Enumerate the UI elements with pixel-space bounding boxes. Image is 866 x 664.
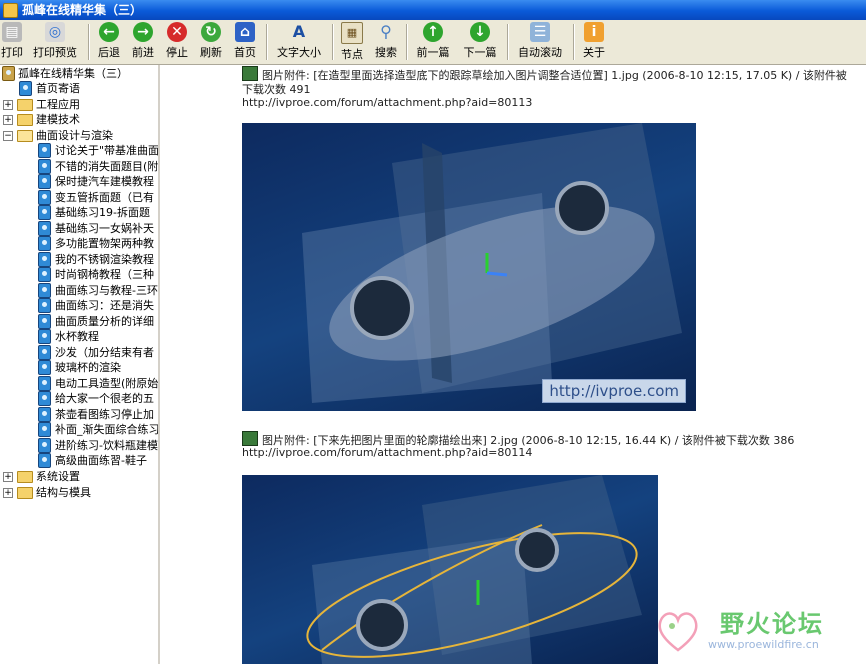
window-title: 孤峰在线精华集（三） [22,3,143,17]
attachment-link[interactable]: [在造型里面选择造型底下的跟踪草绘加入图片调整合适位置] 1.jpg [313,69,639,82]
document-icon [38,174,51,189]
document-icon [38,345,51,360]
collapse-icon[interactable]: − [3,131,13,141]
car-render-image [302,123,682,403]
document-icon [38,205,51,220]
expand-icon[interactable]: + [3,100,13,110]
document-icon [38,252,51,267]
folder-icon [17,471,33,483]
document-icon [38,283,51,298]
document-icon [38,360,51,375]
app-icon [3,3,18,18]
open-folder-icon [17,130,33,142]
toolbar-separator [507,24,509,60]
print-button[interactable]: ▤ 打印 [0,22,24,62]
toolbar-separator [406,24,408,60]
expand-icon[interactable]: + [3,115,13,125]
forum-logo-url: www.proewildfire.cn [708,638,819,651]
document-icon [38,422,51,437]
attachment-image[interactable]: http://ivproe.com [242,123,696,411]
forward-arrow-icon: → [133,22,153,42]
image-watermark: http://ivproe.com [542,379,686,403]
node-icon: ▦ [341,22,363,44]
document-icon [38,190,51,205]
forum-logo: 野火论坛 www.proewildfire.cn [652,602,860,658]
previous-article-button[interactable]: ↑ 前一篇 [413,22,453,62]
document-icon [38,159,51,174]
attachment-url[interactable]: http://ivproe.com/forum/attachment.php?a… [242,96,532,110]
refresh-icon: ↻ [201,22,221,42]
folder-icon [17,114,33,126]
stop-button[interactable]: ✕ 停止 [163,22,191,62]
article-content[interactable]: 图片附件: [在造型里面选择造型底下的跟踪草绘加入图片调整合适位置] 1.jpg… [162,65,866,664]
about-button[interactable]: i 关于 [580,22,608,62]
attachment-image[interactable] [242,475,658,664]
expand-icon[interactable]: + [3,488,13,498]
auto-scroll-button[interactable]: ☰ 自动滚动 [514,22,566,62]
home-icon: ⌂ [235,22,255,42]
document-icon [38,329,51,344]
node-button[interactable]: ▦ 节点 [338,22,366,62]
search-icon: ⚲ [380,22,392,41]
expand-icon[interactable]: + [3,472,13,482]
back-arrow-icon: ← [99,22,119,42]
toolbar: ▤ 打印 ◎ 打印预览 ← 后退 → 前进 ✕ 停止 ↻ 刷新 ⌂ 首页 A 文… [0,20,866,65]
forum-logo-icon [658,612,698,652]
folder-icon [17,99,33,111]
next-article-icon: ↓ [470,22,490,42]
document-icon [38,314,51,329]
document-icon [38,143,51,158]
document-icon [19,81,32,96]
toolbar-separator [573,24,575,60]
car-sketch-image [306,475,642,664]
image-attachment-icon [242,431,258,446]
document-icon [38,391,51,406]
toolbar-separator [332,24,334,60]
document-icon [38,267,51,282]
about-icon: i [584,22,604,42]
search-button[interactable]: ⚲ 搜索 [372,22,400,62]
back-button[interactable]: ← 后退 [95,22,123,62]
forward-button[interactable]: → 前进 [129,22,157,62]
document-icon [38,438,51,453]
document-icon [38,298,51,313]
document-icon [38,407,51,422]
refresh-button[interactable]: ↻ 刷新 [197,22,225,62]
next-article-button[interactable]: ↓ 下一篇 [460,22,500,62]
print-preview-button[interactable]: ◎ 打印预览 [30,22,80,62]
forum-logo-title: 野火论坛 [720,610,824,638]
document-icon [38,236,51,251]
document-icon [38,221,51,236]
font-size-button[interactable]: A 文字大小 [273,22,325,62]
printer-icon: ▤ [2,22,22,42]
stop-icon: ✕ [167,22,187,42]
toolbar-separator [88,24,90,60]
folder-icon [17,487,33,499]
image-attachment-icon [242,66,258,81]
font-size-icon: A [292,22,306,41]
auto-scroll-icon: ☰ [530,22,550,42]
print-preview-icon: ◎ [45,22,65,42]
home-button[interactable]: ⌂ 首页 [231,22,259,62]
previous-article-icon: ↑ [423,22,443,42]
book-icon [2,66,15,81]
attachment-caption: 图片附件: [在造型里面选择造型底下的跟踪草绘加入图片调整合适位置] 1.jpg… [242,66,852,97]
navigation-tree[interactable]: 孤峰在线精华集（三） 首页寄语 + 工程应用 + 建模技术 − 曲面设计与渲染 … [0,65,160,664]
attachment-url[interactable]: http://ivproe.com/forum/attachment.php?a… [242,446,532,460]
title-bar: 孤峰在线精华集（三） [0,0,866,20]
document-icon [38,376,51,391]
toolbar-separator [266,24,268,60]
document-icon [38,453,51,468]
